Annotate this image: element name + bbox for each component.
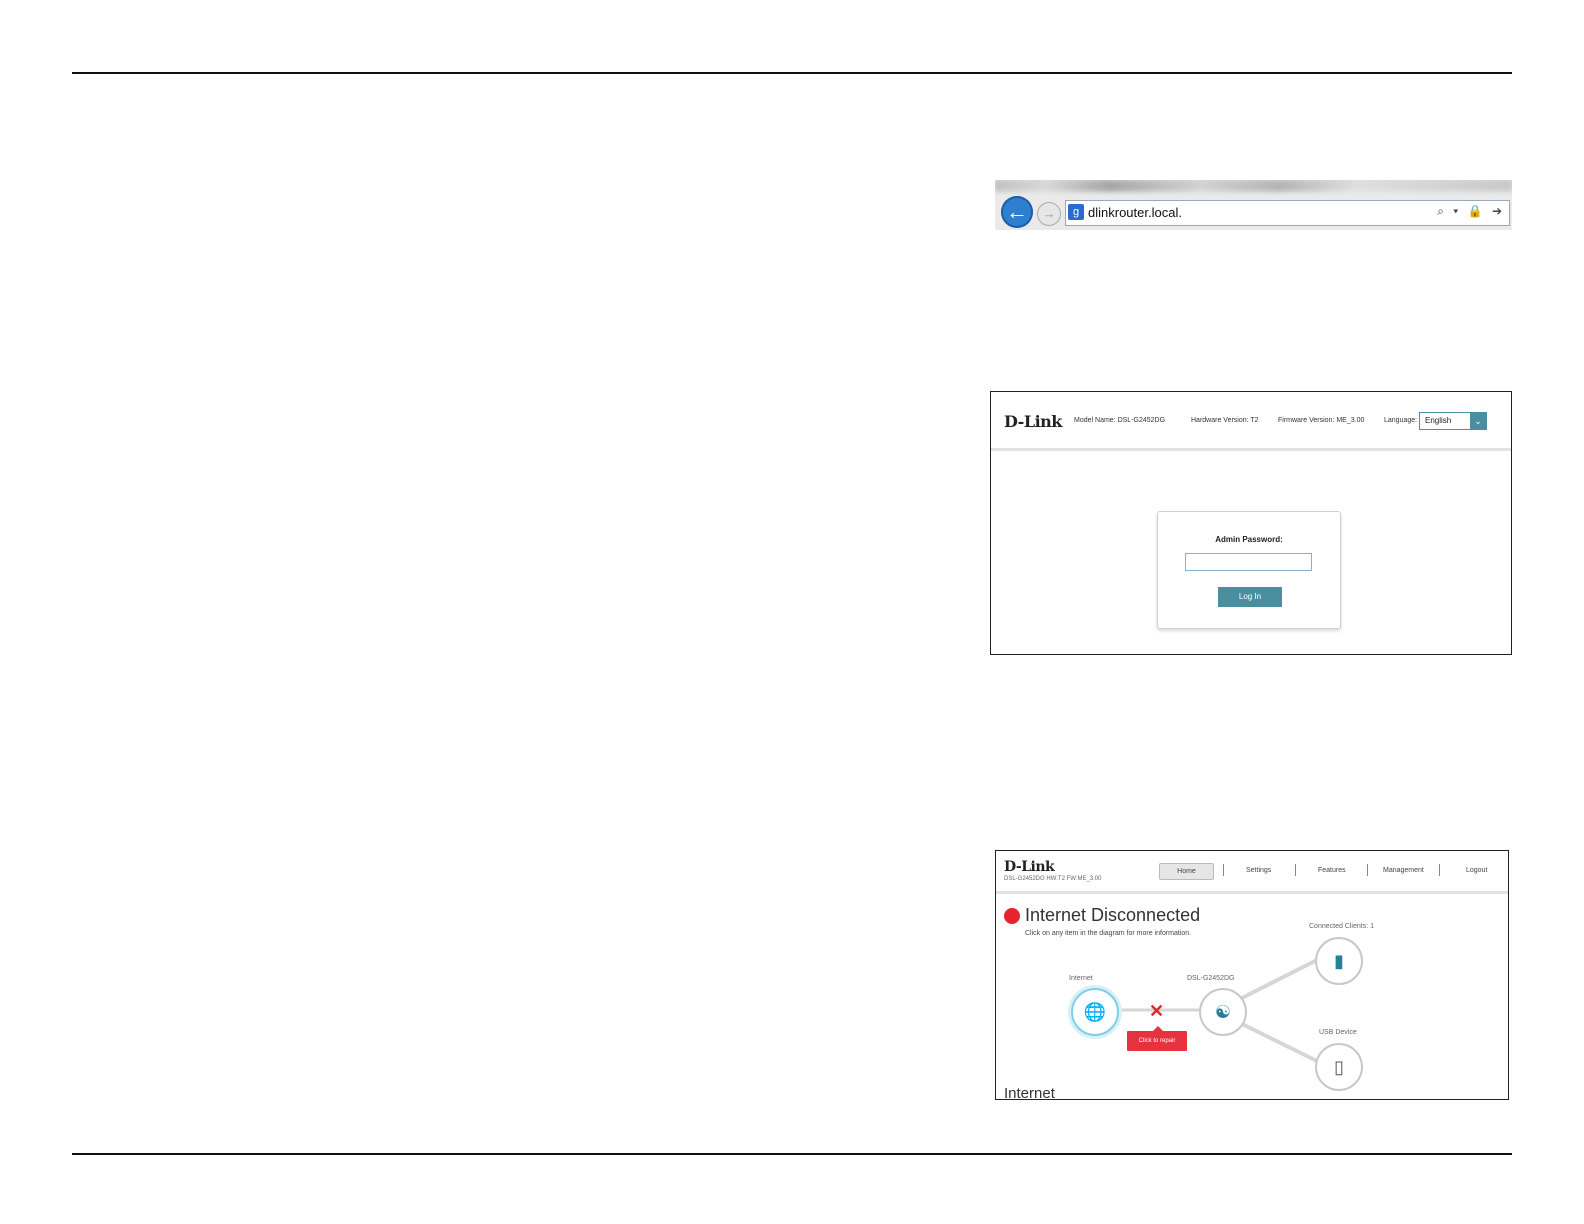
home-dashboard: D-Link DSL-G2452DG HW:T2 FW:ME_3.00 Home… bbox=[995, 850, 1509, 1100]
click-to-repair-button[interactable]: Click to repair bbox=[1127, 1026, 1187, 1051]
admin-password-label: Admin Password: bbox=[1215, 535, 1283, 544]
top-rule bbox=[72, 72, 1512, 74]
clients-link-line bbox=[1235, 956, 1322, 1003]
clients-node-label: Connected Clients: 1 bbox=[1309, 923, 1374, 930]
internet-node-label: Internet bbox=[1069, 975, 1093, 982]
firmware-version: Firmware Version: ME_3.00 bbox=[1278, 417, 1365, 424]
language-value: English bbox=[1425, 416, 1452, 425]
browser-address-bar: ← → g dlinkrouter.local. ⌕ ▾ 🔒 ➔ bbox=[995, 180, 1512, 230]
usb-node-label: USB Device bbox=[1319, 1029, 1357, 1036]
hardware-version: Hardware Version: T2 bbox=[1191, 417, 1259, 424]
login-screen: D-Link Model Name: DSL-G2452DG Hardware … bbox=[990, 391, 1512, 655]
login-header: D-Link Model Name: DSL-G2452DG Hardware … bbox=[991, 392, 1511, 451]
model-name: Model Name: DSL-G2452DG bbox=[1074, 417, 1166, 424]
login-card: Admin Password: Log In bbox=[1157, 511, 1341, 629]
address-bar-tools[interactable]: ⌕ ▾ 🔒 ➔ bbox=[1437, 204, 1505, 219]
router-wifi-icon[interactable]: ☯ bbox=[1199, 988, 1247, 1036]
language-select[interactable]: English ⌄ bbox=[1419, 412, 1487, 430]
internet-globe-icon[interactable]: 🌐 bbox=[1071, 988, 1119, 1036]
usb-device-icon[interactable]: ▯ bbox=[1315, 1043, 1363, 1091]
url-text[interactable]: dlinkrouter.local. bbox=[1088, 205, 1182, 220]
client-device-icon[interactable]: ▮ bbox=[1315, 937, 1363, 985]
language-label: Language: bbox=[1384, 417, 1418, 424]
url-field[interactable]: g dlinkrouter.local. ⌕ ▾ 🔒 ➔ bbox=[1065, 200, 1510, 226]
back-arrow-icon[interactable]: ← bbox=[1001, 196, 1033, 228]
chevron-down-icon[interactable]: ⌄ bbox=[1470, 413, 1486, 429]
admin-password-input[interactable] bbox=[1185, 553, 1312, 571]
site-favicon-icon: g bbox=[1068, 204, 1084, 220]
router-node-label: DSL-G2452DG bbox=[1187, 975, 1235, 982]
usb-link-line bbox=[1235, 1019, 1322, 1065]
browser-tab-strip bbox=[995, 180, 1512, 192]
disconnect-x-icon: ✕ bbox=[1149, 1001, 1165, 1021]
dlink-logo: D-Link bbox=[1004, 412, 1062, 431]
login-button[interactable]: Log In bbox=[1218, 587, 1282, 607]
internet-section-title: Internet bbox=[1004, 1085, 1055, 1100]
bottom-rule bbox=[72, 1153, 1512, 1155]
forward-arrow-icon[interactable]: → bbox=[1037, 202, 1061, 226]
